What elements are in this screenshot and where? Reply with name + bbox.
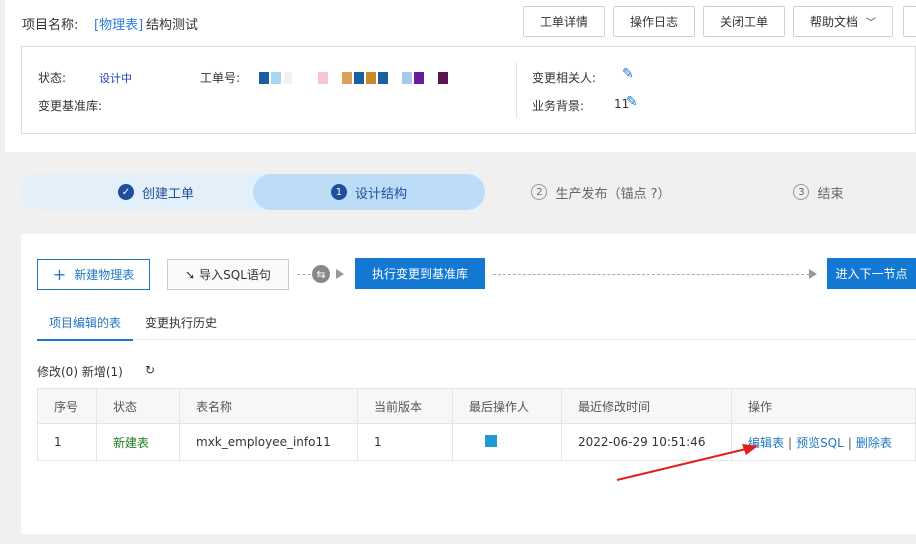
progress-steps: ✓ 创建工单 1 设计结构 2 生产发布（锚点 ?） 3 结束 [21,174,916,210]
column-header: 序号 [37,388,97,424]
table-row: 1 新建表 mxk_employee_info11 1 2022-06-29 1… [37,423,916,461]
avatar [485,434,497,447]
row-operator [452,423,562,461]
edit-people-pencil-icon[interactable]: ✎ [622,66,634,82]
step-label: 生产发布（锚点 ?） [555,186,671,202]
step-production-release: 2 生产发布（锚点 ?） [491,174,711,210]
design-card: + 新建物理表 ➘ 导入SQL语句 ⇆ 执行变更到基准库 进入下一节点 项目编辑… [21,234,916,534]
status-value: 设计中 [99,72,132,85]
plus-icon: + [52,265,67,284]
flow-arrow-icon [336,269,344,279]
operation-log-button[interactable]: 操作日志 [613,6,695,37]
step-label: 创建工单 [141,186,194,202]
column-header: 当前版本 [357,388,453,424]
edit-table-link[interactable]: 编辑表 [748,436,784,450]
table-header-row: 序号 状态 表名称 当前版本 最后操作人 最近修改时间 操作 [37,388,916,424]
close-ticket-button[interactable]: 关闭工单 [703,6,785,37]
tab-change-history[interactable]: 变更执行历史 [133,312,229,339]
tab-bar: 项目编辑的表 变更执行历史 [37,312,916,341]
column-header: 状态 [96,388,180,424]
step-create-ticket: ✓ 创建工单 [21,174,291,210]
row-time: 2022-06-29 10:51:46 [561,423,732,461]
preview-sql-link[interactable]: 预览SQL [796,436,844,450]
step-number: 3 [793,184,810,200]
step-label: 结束 [817,186,844,202]
flow-dash [493,274,809,275]
flow-arrow-icon [809,269,817,279]
base-db-label: 变更基准库: [38,99,103,113]
step-design-structure: 1 设计结构 [253,174,485,210]
project-label: 项目名称: [22,18,79,33]
ticket-info-box: 状态: 设计中 工单号: 变更基准库: 变更相关人: ✎ 业务背景: 11 ✎ [21,46,916,134]
tables-list: 序号 状态 表名称 当前版本 最后操作人 最近修改时间 操作 1 新建表 mxk… [37,388,916,461]
row-operations: 编辑表 | 预览SQL | 删除表 [731,423,916,461]
column-header: 操作 [731,388,916,424]
delete-table-link[interactable]: 删除表 [856,436,892,450]
row-table-name: mxk_employee_info11 [179,423,358,461]
row-version: 1 [357,423,453,461]
ticket-detail-button[interactable]: 工单详情 [523,6,605,37]
edit-background-pencil-icon[interactable]: ✎ [626,94,638,110]
step-number: 2 [531,184,548,200]
project-name: 结构测试 [146,18,199,33]
row-index: 1 [37,423,97,461]
row-status: 新建表 [96,423,180,461]
help-docs-button[interactable]: 帮助文档 ﹀ [793,6,893,37]
swap-icon: ⇆ [312,265,330,283]
header-area: 项目名称: [物理表] 结构测试 工单详情 操作日志 关闭工单 帮助文档 ﹀ 状态… [5,0,916,152]
people-label: 变更相关人: [532,71,597,85]
new-table-button[interactable]: + 新建物理表 [37,259,150,290]
ticket-number-label: 工单号: [200,71,241,85]
next-node-button[interactable]: 进入下一节点 [827,258,916,289]
step-number: 1 [330,184,347,200]
column-header: 表名称 [179,388,358,424]
flow-dash [297,274,311,275]
column-header: 最后操作人 [452,388,562,424]
project-type-link[interactable]: [物理表] [94,14,143,33]
extra-button[interactable] [903,6,916,37]
status-label: 状态: [38,71,67,85]
background-label: 业务背景: [532,99,585,113]
chevron-down-icon: ﹀ [866,18,876,29]
change-stats: 修改(0) 新增(1) [37,365,123,379]
import-arrow-icon: ➘ [185,267,196,282]
import-sql-button[interactable]: ➘ 导入SQL语句 [167,259,289,290]
divider [516,62,517,118]
check-icon: ✓ [117,184,134,200]
step-finish: 3 结束 [721,174,916,210]
execute-change-button[interactable]: 执行变更到基准库 [355,258,485,289]
tab-project-tables[interactable]: 项目编辑的表 [37,312,134,341]
step-label: 设计结构 [354,186,407,202]
column-header: 最近修改时间 [561,388,732,424]
refresh-icon[interactable]: ↻ [145,363,155,377]
